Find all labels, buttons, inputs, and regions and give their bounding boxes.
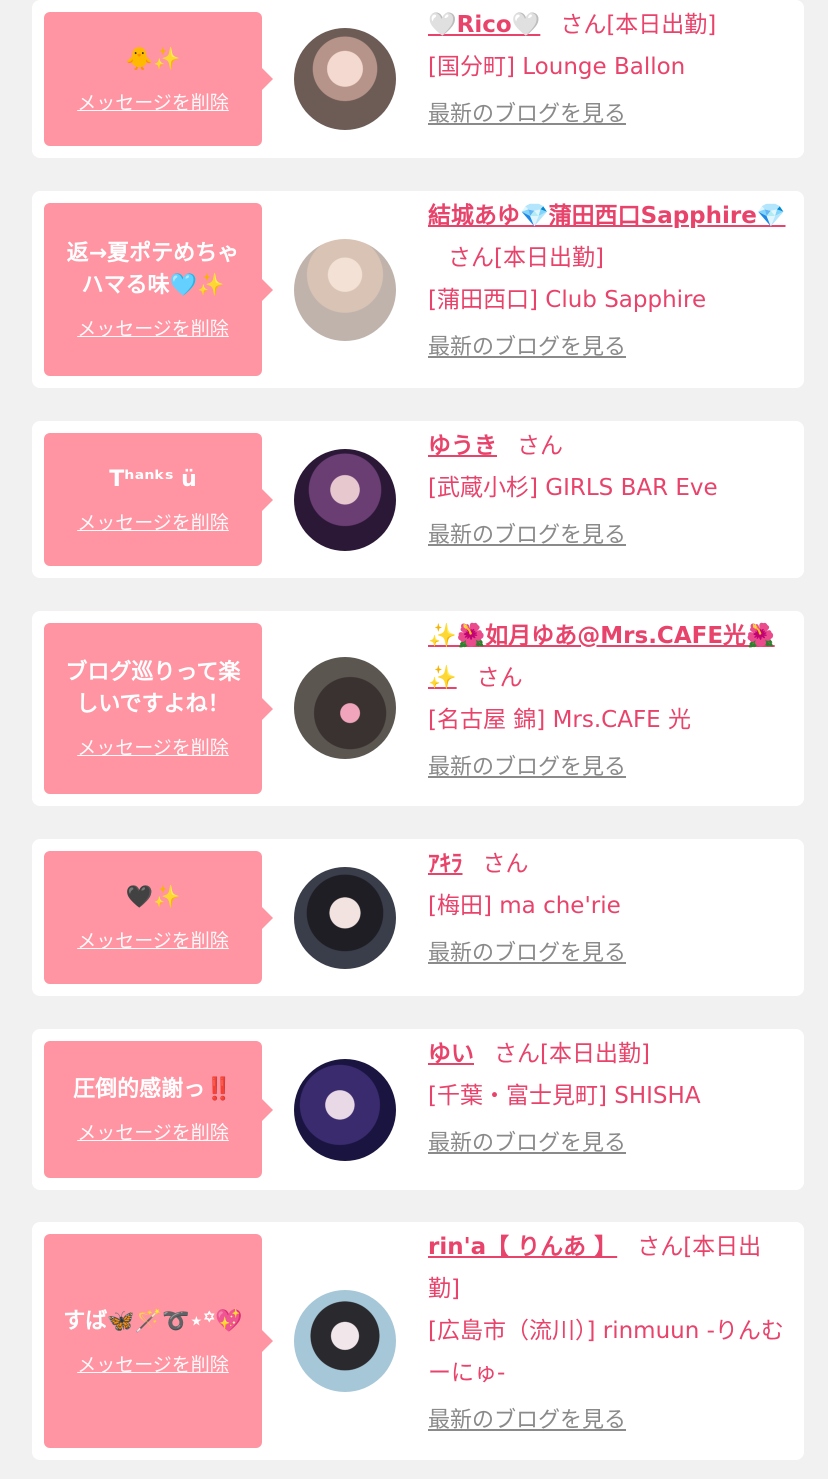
- shop-name: [梅田] ma che'rie: [428, 893, 621, 919]
- list-item: 圧倒的感謝っ‼️ メッセージを削除 ゆい さん[本日出勤] [千葉・富士見町] S…: [32, 1029, 804, 1190]
- cast-name-link[interactable]: 結城あゆ💎蒲田西口Sapphire💎: [428, 203, 786, 229]
- profile-info: ゆい さん[本日出勤] [千葉・富士見町] SHISHA 最新のブログを見る: [428, 1033, 790, 1157]
- latest-blog-link[interactable]: 最新のブログを見る: [428, 749, 626, 781]
- avatar[interactable]: [294, 1290, 396, 1392]
- delete-message-link[interactable]: メッセージを削除: [77, 926, 229, 953]
- cast-name-link[interactable]: 🤍Rico🤍: [428, 12, 540, 38]
- message-bubble: 返→夏ポテめちゃハマる味🩵✨ メッセージを削除: [44, 203, 273, 376]
- honorific: さん: [482, 851, 529, 877]
- message-text: 🐥✨: [125, 46, 181, 72]
- honorific: さん: [637, 1234, 684, 1260]
- latest-blog-link[interactable]: 最新のブログを見る: [428, 1125, 626, 1157]
- status-badge: [本日出勤]: [494, 245, 604, 271]
- avatar[interactable]: [294, 867, 396, 969]
- delete-message-link[interactable]: メッセージを削除: [77, 508, 229, 535]
- profile-info: ✨🌺如月ゆあ@Mrs.CAFE光🌺✨ さん [名古屋 錦] Mrs.CAFE 光 …: [428, 615, 790, 781]
- message-text: 返→夏ポテめちゃハマる味🩵✨: [66, 241, 240, 298]
- delete-message-link[interactable]: メッセージを削除: [77, 733, 229, 760]
- avatar[interactable]: [294, 28, 396, 130]
- list-item: すば🦋🪄➰⋆꙳💖 メッセージを削除 rin'a【 りんあ 】さん[本日出勤] […: [32, 1222, 804, 1460]
- delete-message-link[interactable]: メッセージを削除: [77, 88, 229, 115]
- status-badge: [本日出勤]: [540, 1041, 650, 1067]
- latest-blog-link[interactable]: 最新のブログを見る: [428, 935, 626, 967]
- shop-name: [国分町] Lounge Ballon: [428, 54, 686, 80]
- honorific: さん: [517, 433, 563, 459]
- honorific: さん: [494, 1041, 540, 1067]
- latest-blog-link[interactable]: 最新のブログを見る: [428, 96, 626, 128]
- latest-blog-link[interactable]: 最新のブログを見る: [428, 517, 626, 549]
- shop-name: [千葉・富士見町] SHISHA: [428, 1083, 701, 1109]
- message-text: ブログ巡りって楽しいですよね！: [65, 660, 241, 717]
- message-list: 🐥✨ メッセージを削除 🤍Rico🤍 さん[本日出勤] [国分町] Lounge …: [0, 0, 828, 1479]
- profile-info: 結城あゆ💎蒲田西口Sapphire💎 さん[本日出勤] [蒲田西口] Club S…: [428, 195, 790, 361]
- list-item: 🖤✨ メッセージを削除 ｱｷﾗ さん [梅田] ma che'rie 最新のブログ…: [32, 839, 804, 996]
- cast-name-link[interactable]: ゆうき: [428, 433, 497, 459]
- status-badge: [本日出勤]: [606, 12, 717, 38]
- message-bubble: 🖤✨ メッセージを削除: [44, 851, 273, 984]
- cast-name-link[interactable]: rin'a【 りんあ 】: [428, 1234, 617, 1260]
- message-text: 圧倒的感謝っ‼️: [73, 1077, 233, 1102]
- avatar[interactable]: [294, 449, 396, 551]
- shop-name: [蒲田西口] Club Sapphire: [428, 287, 707, 313]
- latest-blog-link[interactable]: 最新のブログを見る: [428, 1402, 626, 1434]
- honorific: さん: [448, 245, 494, 271]
- avatar[interactable]: [294, 239, 396, 341]
- shop-name: [広島市（流川）] rinmuun -りんむーにゅ-: [428, 1318, 784, 1386]
- message-bubble: 🐥✨ メッセージを削除: [44, 12, 273, 146]
- list-item: 🐥✨ メッセージを削除 🤍Rico🤍 さん[本日出勤] [国分町] Lounge …: [32, 0, 804, 158]
- honorific: さん: [476, 665, 523, 691]
- list-item: Tʰᵃⁿᵏˢ ü メッセージを削除 ゆうき さん [武蔵小杉] GIRLS BAR…: [32, 421, 804, 578]
- profile-info: ゆうき さん [武蔵小杉] GIRLS BAR Eve 最新のブログを見る: [428, 425, 790, 549]
- message-text: Tʰᵃⁿᵏˢ ü: [109, 467, 197, 492]
- profile-info: 🤍Rico🤍 さん[本日出勤] [国分町] Lounge Ballon 最新のブロ…: [428, 4, 790, 128]
- profile-info: ｱｷﾗ さん [梅田] ma che'rie 最新のブログを見る: [428, 843, 790, 967]
- cast-name-link[interactable]: ｱｷﾗ: [428, 851, 463, 877]
- avatar[interactable]: [294, 657, 396, 759]
- message-bubble: すば🦋🪄➰⋆꙳💖 メッセージを削除: [44, 1234, 273, 1448]
- latest-blog-link[interactable]: 最新のブログを見る: [428, 329, 626, 361]
- delete-message-link[interactable]: メッセージを削除: [77, 1350, 229, 1377]
- list-item: ブログ巡りって楽しいですよね！ メッセージを削除 ✨🌺如月ゆあ@Mrs.CAFE…: [32, 611, 804, 806]
- shop-name: [名古屋 錦] Mrs.CAFE 光: [428, 707, 692, 733]
- cast-name-link[interactable]: ゆい: [428, 1041, 474, 1067]
- message-bubble: ブログ巡りって楽しいですよね！ メッセージを削除: [44, 623, 273, 794]
- message-text: 🖤✨: [125, 885, 181, 910]
- avatar[interactable]: [294, 1059, 396, 1161]
- honorific: さん: [560, 12, 607, 38]
- message-bubble: Tʰᵃⁿᵏˢ ü メッセージを削除: [44, 433, 273, 566]
- shop-name: [武蔵小杉] GIRLS BAR Eve: [428, 475, 718, 501]
- message-bubble: 圧倒的感謝っ‼️ メッセージを削除: [44, 1041, 273, 1178]
- list-item: 返→夏ポテめちゃハマる味🩵✨ メッセージを削除 結城あゆ💎蒲田西口Sapphir…: [32, 191, 804, 388]
- delete-message-link[interactable]: メッセージを削除: [77, 314, 229, 341]
- message-text: すば🦋🪄➰⋆꙳💖: [63, 1308, 243, 1334]
- profile-info: rin'a【 りんあ 】さん[本日出勤] [広島市（流川）] rinmuun -…: [428, 1226, 790, 1434]
- delete-message-link[interactable]: メッセージを削除: [77, 1118, 229, 1145]
